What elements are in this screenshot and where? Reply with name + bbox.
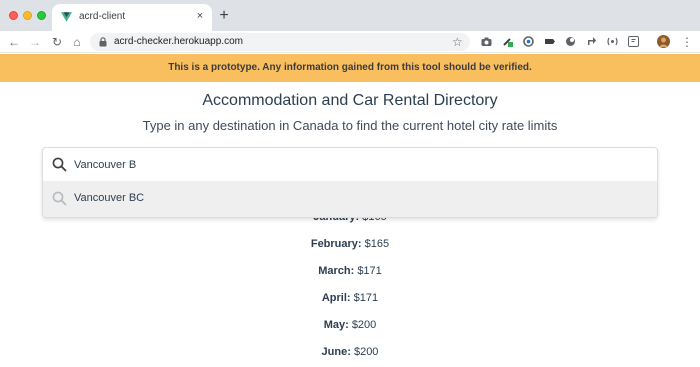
rate-row-april: April: $171 — [0, 292, 700, 304]
rate-value: $200 — [353, 346, 379, 358]
destination-search: Vancouver BC — [42, 147, 658, 218]
window-minimize-button[interactable] — [23, 11, 32, 20]
rate-month: June: — [321, 346, 351, 358]
page-subtitle: Type in any destination in Canada to fin… — [142, 118, 558, 133]
arrow-extension-icon[interactable] — [586, 36, 597, 47]
badge-extension-icon[interactable] — [523, 36, 534, 47]
url-text: acrd-checker.herokuapp.com — [114, 36, 243, 47]
browser-tab[interactable]: acrd-client × — [52, 4, 212, 31]
wireless-extension-icon[interactable] — [607, 36, 618, 47]
rate-value: $171 — [353, 292, 379, 304]
forward-button[interactable]: → — [27, 34, 43, 50]
lock-icon — [99, 37, 107, 47]
rate-row-february: February: $165 — [0, 238, 700, 250]
rate-row-march: March: $171 — [0, 265, 700, 277]
rate-month: February: — [310, 238, 362, 250]
rate-value: $165 — [364, 238, 390, 250]
reload-button[interactable]: ↻ — [49, 34, 65, 50]
rate-month: April: — [321, 292, 351, 304]
back-button[interactable]: ← — [6, 34, 22, 50]
address-bar[interactable]: acrd-checker.herokuapp.com ☆ — [90, 33, 470, 51]
circle-extension-icon[interactable] — [565, 36, 576, 47]
page-title: Accommodation and Car Rental Directory — [202, 92, 498, 109]
browser-tab-bar: acrd-client × + — [0, 0, 700, 31]
search-input[interactable] — [74, 154, 634, 175]
window-close-button[interactable] — [9, 11, 18, 20]
suggestion-text: Vancouver BC — [74, 192, 145, 204]
rate-month: May: — [323, 319, 349, 331]
search-icon — [52, 157, 67, 172]
tag-extension-icon[interactable] — [544, 36, 555, 47]
browser-toolbar: ← → ↻ ⌂ acrd-checker.herokuapp.com ☆ ⋮ — [0, 31, 700, 53]
autocomplete-suggestion[interactable]: Vancouver BC — [43, 181, 657, 217]
rate-value: $200 — [351, 319, 377, 331]
home-button[interactable]: ⌂ — [69, 34, 85, 50]
search-row[interactable] — [43, 148, 657, 181]
browser-menu-icon[interactable]: ⋮ — [679, 34, 695, 50]
tab-title: acrd-client — [79, 11, 126, 22]
search-icon — [52, 191, 67, 206]
prototype-banner: This is a prototype. Any information gai… — [0, 54, 700, 82]
window-zoom-button[interactable] — [37, 11, 46, 20]
rate-row-june: June: $200 — [0, 346, 700, 358]
rate-month: March: — [318, 265, 355, 277]
rate-row-may: May: $200 — [0, 319, 700, 331]
rate-value: $171 — [357, 265, 382, 277]
banner-text: This is a prototype. Any information gai… — [168, 62, 532, 73]
avatar[interactable] — [657, 35, 670, 48]
new-tab-button[interactable]: + — [216, 8, 232, 24]
camera-extension-icon[interactable] — [481, 36, 492, 47]
vue-logo-icon — [61, 12, 72, 22]
tab-close-icon[interactable]: × — [193, 9, 207, 23]
reader-extension-icon[interactable] — [628, 36, 639, 47]
eyedropper-extension-icon[interactable] — [502, 36, 513, 47]
bookmark-star-icon[interactable]: ☆ — [452, 34, 463, 50]
